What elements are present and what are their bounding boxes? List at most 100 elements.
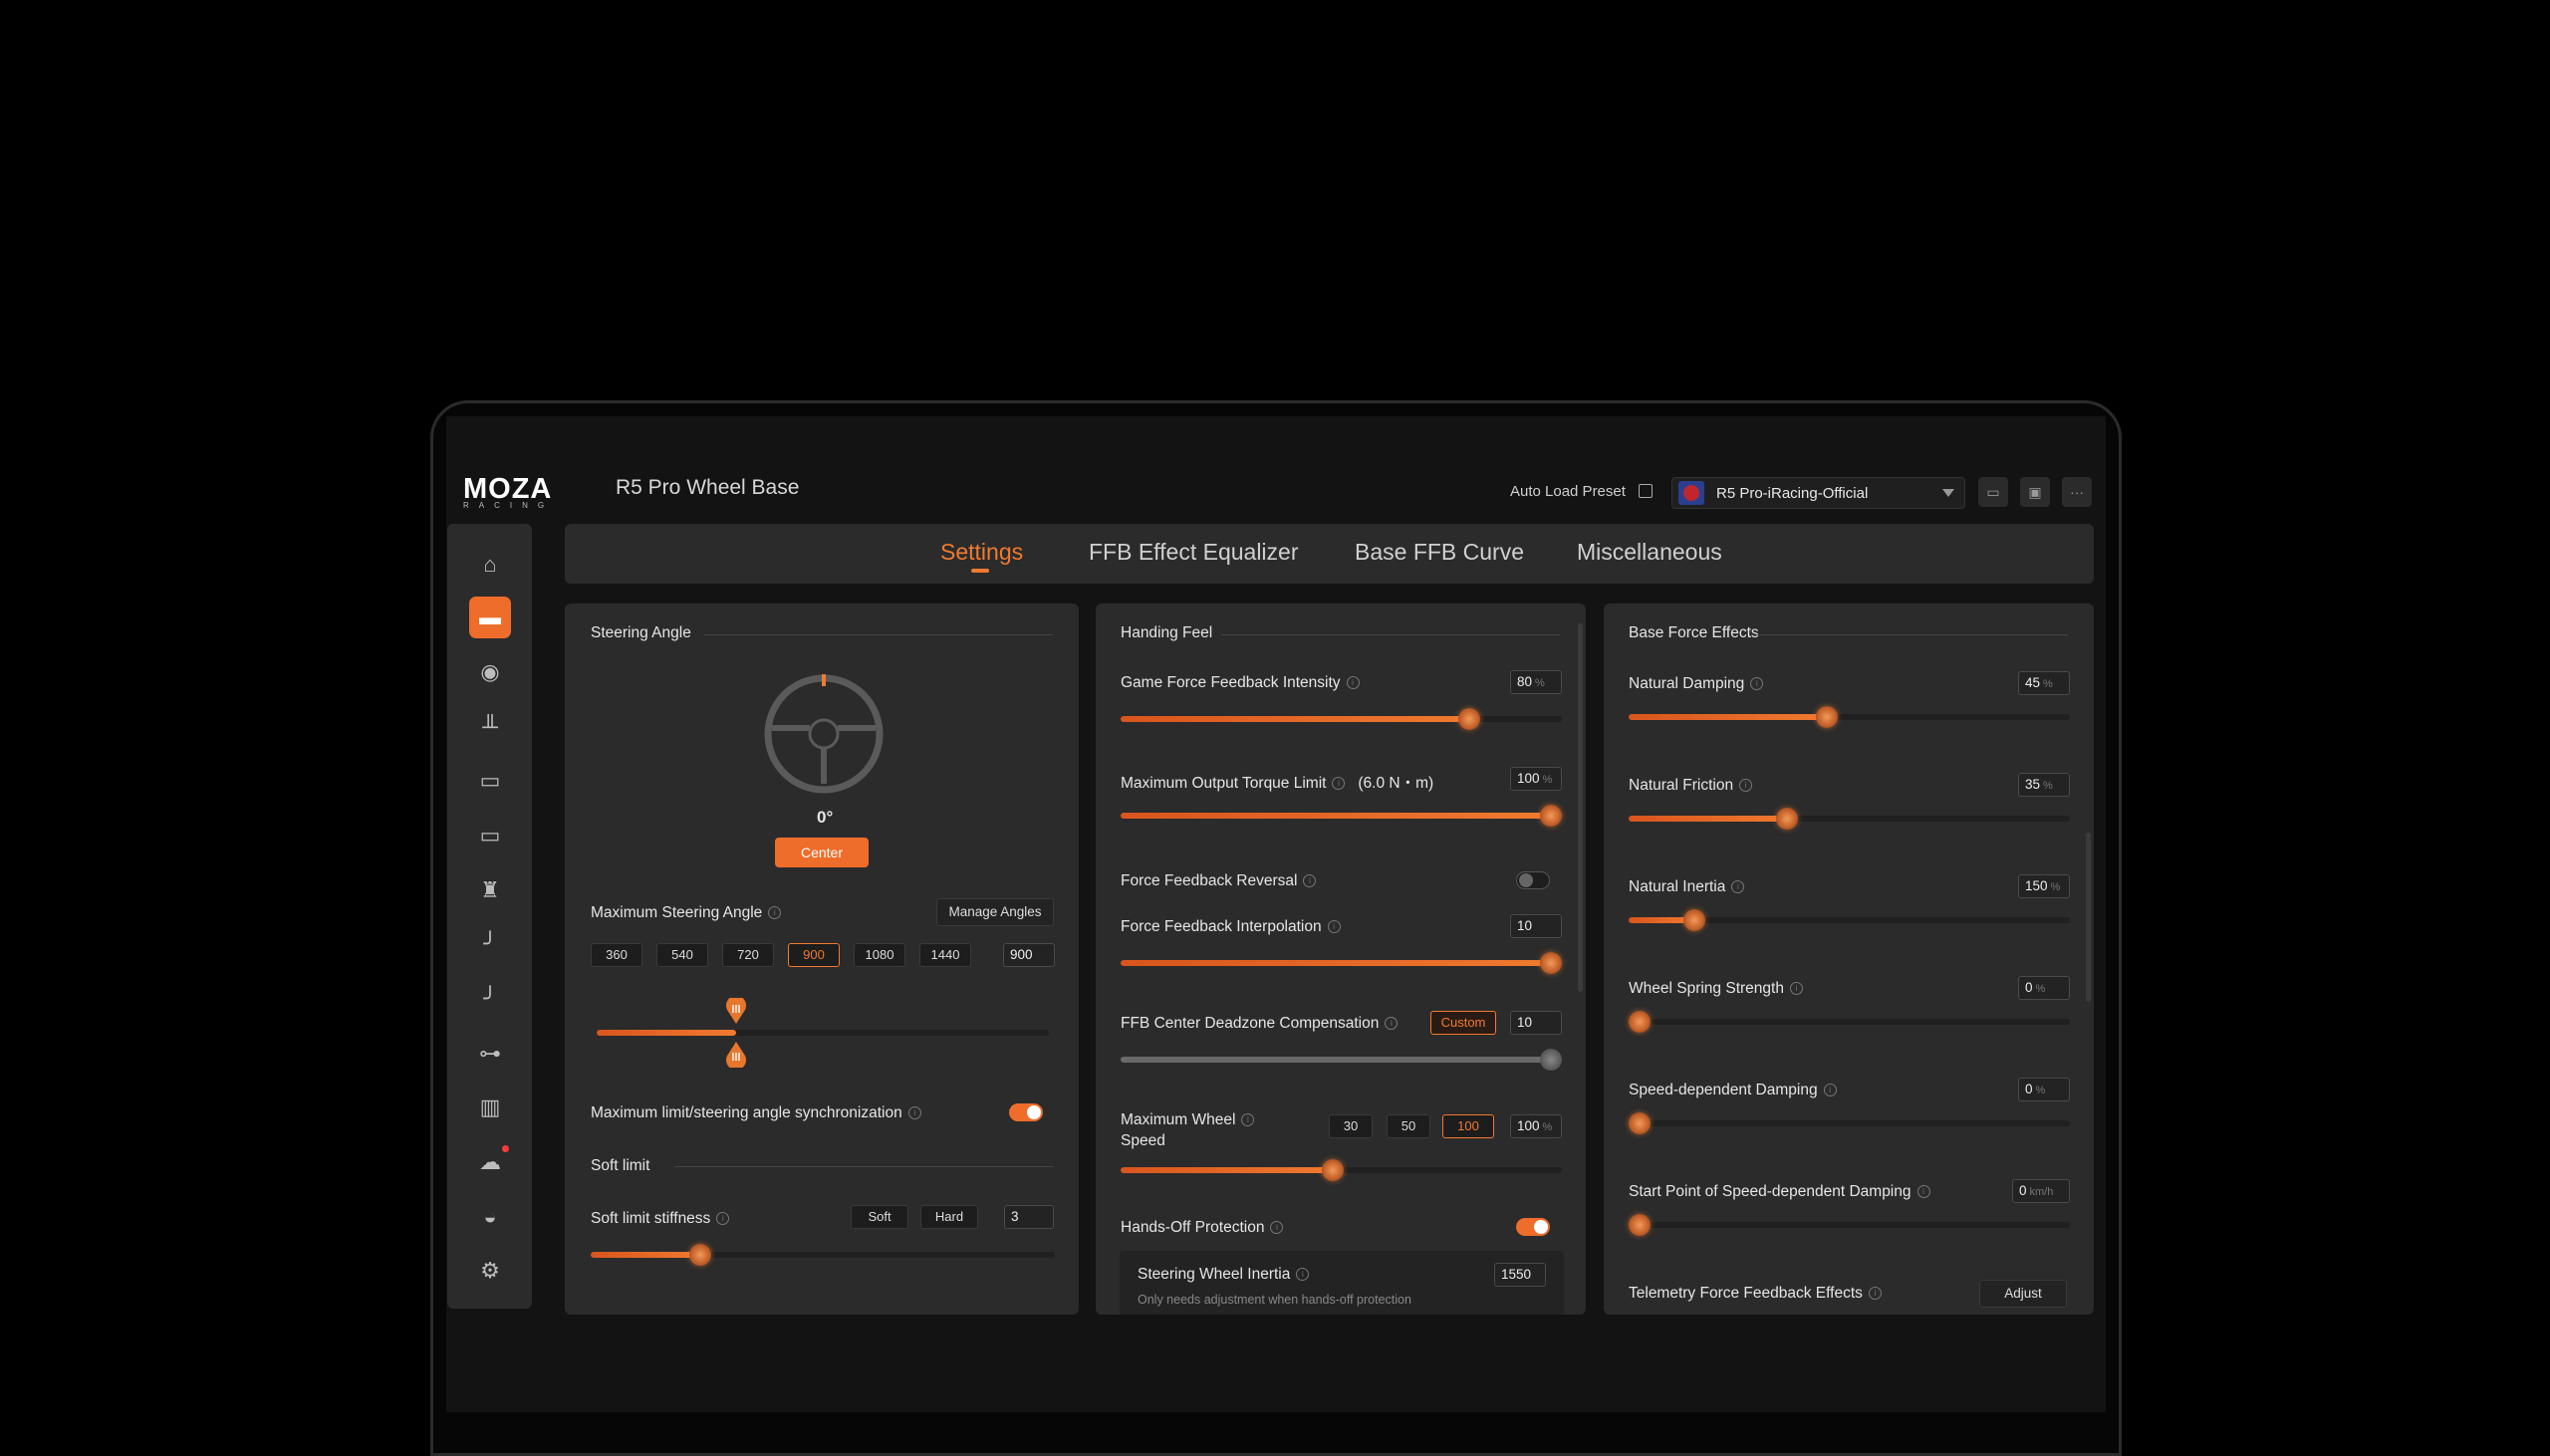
natural-friction-slider[interactable] (1629, 808, 2070, 830)
tab-base-ffb-curve[interactable]: Base FFB Curve (1355, 539, 1524, 566)
info-icon[interactable]: i (1296, 1268, 1310, 1282)
handbrake-icon[interactable]: ╯ (469, 923, 511, 965)
ffb-interpolation-slider[interactable] (1121, 952, 1562, 974)
info-icon[interactable]: i (1332, 777, 1346, 791)
preset-dropdown[interactable]: R5 Pro-iRacing-Official (1671, 477, 1965, 509)
wheel-speed-30-button[interactable]: 30 (1329, 1114, 1373, 1138)
info-icon[interactable]: i (1346, 676, 1360, 690)
angle-marker-top-icon[interactable] (724, 998, 748, 1026)
angle-preset-900-button[interactable]: 900 (788, 943, 840, 967)
info-icon[interactable]: i (1303, 874, 1317, 888)
info-icon[interactable]: i (907, 1106, 921, 1120)
hub-icon[interactable]: ⊶ (469, 1033, 511, 1075)
slider-knob[interactable] (1629, 1112, 1651, 1134)
info-icon[interactable]: i (1731, 880, 1745, 894)
angle-preset-360-button[interactable]: 360 (591, 943, 642, 967)
tab-miscellaneous[interactable]: Miscellaneous (1577, 539, 1722, 566)
steering-wheel-icon[interactable]: ◉ (469, 651, 511, 693)
natural-friction-input[interactable]: 35% (2018, 773, 2070, 797)
info-icon[interactable]: i (1270, 1221, 1284, 1235)
deadzone-input[interactable]: 10 (1510, 1011, 1562, 1035)
wheel-spring-strength-input[interactable]: 0% (2018, 976, 2070, 1000)
save-as-button[interactable]: ▭ (1978, 477, 2008, 507)
hard-button[interactable]: Hard (920, 1205, 978, 1229)
wheel-speed-100-button[interactable]: 100 (1442, 1114, 1494, 1138)
handling-scrollbar[interactable] (1578, 623, 1583, 992)
info-icon[interactable]: i (768, 906, 782, 920)
telemetry-adjust-button[interactable]: Adjust (1979, 1280, 2067, 1308)
natural-damping-input[interactable]: 45% (2018, 671, 2070, 695)
slider-knob[interactable] (1683, 909, 1706, 931)
angle-range-slider[interactable] (597, 1030, 1049, 1036)
tab-settings[interactable]: Settings (940, 539, 1023, 566)
torque-limit-input[interactable]: 100% (1510, 767, 1562, 791)
stiffness-knob[interactable] (689, 1244, 711, 1266)
ffb-intensity-input[interactable]: 80% (1510, 670, 1562, 694)
stiffness-input[interactable]: 3 (1004, 1205, 1054, 1229)
wheel-speed-input[interactable]: 100% (1510, 1114, 1562, 1138)
slider-knob[interactable] (1776, 808, 1799, 830)
wheel-base-icon[interactable]: ▬ (469, 597, 511, 638)
slider-knob[interactable] (1540, 805, 1562, 827)
natural-inertia-input[interactable]: 150% (2018, 874, 2070, 898)
info-icon[interactable]: i (1750, 677, 1764, 691)
info-icon[interactable]: i (1916, 1185, 1930, 1199)
slider-knob[interactable] (1540, 1049, 1562, 1071)
slider-knob[interactable] (1629, 1214, 1651, 1236)
pedals-icon[interactable]: ╨ (469, 706, 511, 748)
start-point-of-speed-dependent-damping-input[interactable]: 0 km/h (2012, 1179, 2070, 1203)
handbrake-bar-icon[interactable]: ▭ (469, 815, 511, 856)
tab-ffb-effect-equalizer[interactable]: FFB Effect Equalizer (1089, 539, 1299, 566)
ffb-intensity-slider[interactable] (1121, 708, 1562, 730)
angle-preset-720-button[interactable]: 720 (722, 943, 774, 967)
wheel-speed-slider[interactable] (1121, 1159, 1562, 1181)
home-icon[interactable]: ⌂ (469, 544, 511, 586)
info-icon[interactable]: i (1241, 1113, 1255, 1127)
sequential-shifter-icon[interactable]: ╯ (469, 978, 511, 1020)
natural-inertia-slider[interactable] (1629, 909, 2070, 931)
torque-limit-slider[interactable] (1121, 805, 1562, 827)
speed-dependent-damping-slider[interactable] (1629, 1112, 2070, 1134)
save-button[interactable]: ▣ (2020, 477, 2050, 507)
info-icon[interactable]: i (716, 1212, 730, 1226)
slider-knob[interactable] (1540, 952, 1562, 974)
shifter-icon[interactable]: ♜ (469, 869, 511, 911)
angle-preset-1080-button[interactable]: 1080 (854, 943, 905, 967)
deadzone-custom-button[interactable]: Custom (1430, 1011, 1496, 1035)
natural-damping-slider[interactable] (1629, 706, 2070, 728)
hands-off-toggle[interactable] (1516, 1218, 1550, 1236)
slider-knob[interactable] (1457, 708, 1480, 730)
slider-knob[interactable] (1816, 706, 1839, 728)
ffb-interpolation-input[interactable]: 10 (1510, 914, 1562, 938)
angle-marker-bottom-icon[interactable] (724, 1040, 748, 1068)
center-button[interactable]: Center (775, 838, 869, 867)
info-icon[interactable]: i (1868, 1287, 1882, 1301)
dashboard-icon[interactable]: ▭ (469, 760, 511, 802)
angle-preset-1440-button[interactable]: 1440 (919, 943, 971, 967)
stiffness-slider[interactable] (591, 1244, 1055, 1266)
angle-preset-540-button[interactable]: 540 (656, 943, 708, 967)
info-icon[interactable]: i (1739, 779, 1753, 793)
library-icon[interactable]: ▥ (469, 1087, 511, 1128)
info-icon[interactable]: i (1789, 982, 1803, 996)
gear-icon[interactable]: ⚙ (469, 1250, 511, 1292)
sync-toggle[interactable] (1009, 1103, 1043, 1121)
deadzone-slider[interactable] (1121, 1049, 1562, 1071)
ffb-reversal-toggle[interactable] (1516, 871, 1550, 889)
start-point-of-speed-dependent-damping-slider[interactable] (1629, 1214, 2070, 1236)
info-icon[interactable]: i (1823, 1084, 1837, 1097)
soft-button[interactable]: Soft (851, 1205, 908, 1229)
more-button[interactable]: ··· (2062, 477, 2092, 507)
info-icon[interactable]: i (1327, 920, 1341, 934)
base-effects-scrollbar[interactable] (2086, 833, 2091, 1002)
speed-dependent-damping-input[interactable]: 0% (2018, 1078, 2070, 1101)
manage-angles-button[interactable]: Manage Angles (936, 898, 1054, 926)
wheel-speed-50-button[interactable]: 50 (1387, 1114, 1430, 1138)
auto-load-checkbox[interactable] (1639, 484, 1653, 498)
wheel-spring-strength-slider[interactable] (1629, 1011, 2070, 1033)
slider-knob[interactable] (1629, 1011, 1651, 1033)
custom-angle-input[interactable]: 900 (1003, 943, 1055, 967)
slider-knob[interactable] (1321, 1159, 1344, 1181)
inertia-input[interactable]: 1550 (1494, 1263, 1546, 1287)
info-icon[interactable]: i (1385, 1017, 1399, 1031)
